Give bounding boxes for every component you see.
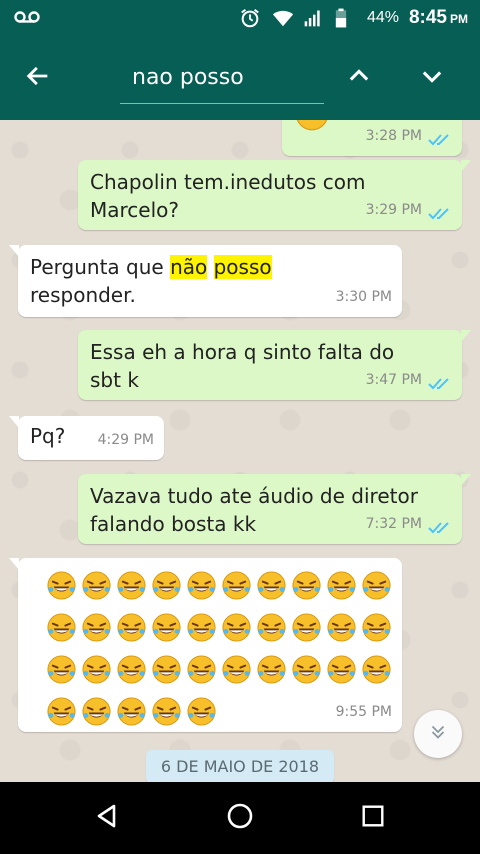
laughing-emoji — [289, 610, 324, 645]
laughing-emoji — [44, 610, 79, 645]
laughing-emoji — [114, 652, 149, 687]
message-meta: 3:30 PM — [336, 283, 392, 311]
laughing-emoji — [184, 652, 219, 687]
chevron-up-icon — [345, 62, 373, 94]
laughing-emoji — [324, 652, 359, 687]
message-outgoing[interactable]: Vazava tudo ate áudio de diretor falando… — [78, 474, 471, 544]
clock-ampm: PM — [450, 12, 468, 26]
read-ticks-icon — [428, 129, 452, 146]
laughing-emoji — [149, 610, 184, 645]
system-nav-bar — [0, 782, 480, 854]
laughing-emoji — [79, 610, 114, 645]
message-text: Chapolin tem.inedutos com Marcelo? — [90, 170, 366, 222]
read-ticks-icon — [428, 517, 452, 534]
laughing-emoji — [44, 652, 79, 687]
message-time: 4:29 PM — [97, 432, 154, 448]
message-outgoing[interactable]: Chapolin tem.inedutos com Marcelo? 3:29 … — [78, 160, 471, 230]
search-highlight: posso — [213, 255, 272, 279]
message-incoming[interactable]: 9:55 PM — [9, 558, 402, 732]
battery-percent: 44% — [366, 9, 399, 26]
double-chevron-down-icon — [427, 721, 449, 747]
message-incoming[interactable]: Pergunta que não posso responder. 3:30 P… — [9, 245, 402, 317]
signal-icon — [303, 7, 325, 29]
search-toolbar — [0, 36, 480, 120]
back-triangle-icon — [93, 802, 121, 834]
next-result-button[interactable] — [408, 54, 456, 102]
date-separator: 6 DE MAIO DE 2018 — [146, 750, 334, 782]
message-text-part: Pergunta que — [30, 255, 171, 279]
laughing-emoji — [44, 568, 79, 603]
clock: 8:45 PM — [409, 7, 468, 29]
message-time: 9:55 PM — [335, 704, 392, 720]
laughing-emoji — [184, 568, 219, 603]
laughing-emoji — [219, 610, 254, 645]
nav-home-button[interactable] — [216, 794, 264, 842]
laughing-emoji — [114, 694, 149, 729]
message-text: Pq? — [30, 424, 66, 448]
laughing-emoji — [254, 610, 289, 645]
status-bar: 44% 8:45 PM — [0, 0, 480, 36]
voicemail-icon — [14, 9, 40, 25]
laughing-emoji — [79, 568, 114, 603]
back-arrow-icon — [24, 62, 52, 94]
laughing-emoji — [254, 568, 289, 603]
clock-time: 8:45 — [408, 7, 447, 28]
search-input[interactable] — [120, 58, 324, 104]
read-ticks-icon — [428, 203, 452, 220]
laughing-emoji — [289, 568, 324, 603]
laughing-emoji — [294, 120, 330, 139]
laughing-emoji — [114, 610, 149, 645]
wifi-icon — [271, 7, 294, 29]
message-text-part: responder. — [30, 283, 136, 307]
message-meta: 7:32 PM — [366, 510, 452, 538]
laughing-emoji — [324, 568, 359, 603]
search-highlight: não — [170, 255, 208, 279]
laughing-emoji — [324, 610, 359, 645]
nav-back-button[interactable] — [83, 794, 131, 842]
home-circle-icon — [226, 802, 254, 834]
scroll-to-bottom-button[interactable] — [414, 710, 462, 758]
message-outgoing[interactable]: 3:28 PM — [282, 120, 462, 156]
laughing-emoji — [44, 694, 79, 729]
alarm-icon — [239, 7, 261, 29]
message-meta: 3:29 PM — [366, 196, 452, 224]
laughing-emoji — [184, 610, 219, 645]
laughing-emoji — [79, 652, 114, 687]
laughing-emoji — [79, 694, 114, 729]
message-time: 3:30 PM — [335, 289, 392, 305]
message-meta: 4:29 PM — [98, 426, 154, 454]
chat-area[interactable]: 3:28 PM Chapolin tem.inedutos com Marcel… — [0, 120, 480, 782]
laughing-emoji — [219, 568, 254, 603]
laughing-emoji — [359, 652, 394, 687]
laughing-emoji — [359, 610, 394, 645]
laughing-emoji — [149, 694, 184, 729]
message-time: 3:47 PM — [365, 372, 422, 388]
back-button[interactable] — [14, 54, 62, 102]
read-ticks-icon — [428, 373, 452, 390]
laughing-emoji — [219, 652, 254, 687]
laughing-emoji — [359, 568, 394, 603]
laughing-emoji — [184, 694, 219, 729]
battery-icon — [335, 7, 357, 29]
message-meta: 3:28 PM — [366, 122, 452, 150]
message-time: 3:29 PM — [365, 202, 422, 218]
laughing-emoji — [114, 568, 149, 603]
message-time: 7:32 PM — [365, 516, 422, 532]
chevron-down-icon — [418, 62, 446, 94]
message-meta: 9:55 PM — [336, 698, 392, 726]
message-text: Essa eh a hora q sinto falta do sbt k — [90, 340, 395, 392]
nav-recents-button[interactable] — [349, 794, 397, 842]
message-time: 3:28 PM — [365, 128, 422, 144]
message-text-part — [207, 255, 213, 279]
laughing-emoji — [149, 568, 184, 603]
laughing-emoji — [254, 652, 289, 687]
laughing-emoji — [149, 652, 184, 687]
recents-square-icon — [360, 803, 386, 833]
message-meta: 3:47 PM — [366, 366, 452, 394]
message-outgoing[interactable]: Essa eh a hora q sinto falta do sbt k 3:… — [78, 330, 471, 400]
previous-result-button[interactable] — [335, 54, 383, 102]
message-incoming[interactable]: Pq? 4:29 PM — [9, 416, 164, 460]
message-text: Pergunta que não posso responder. — [30, 253, 272, 309]
laughing-emoji — [289, 652, 324, 687]
